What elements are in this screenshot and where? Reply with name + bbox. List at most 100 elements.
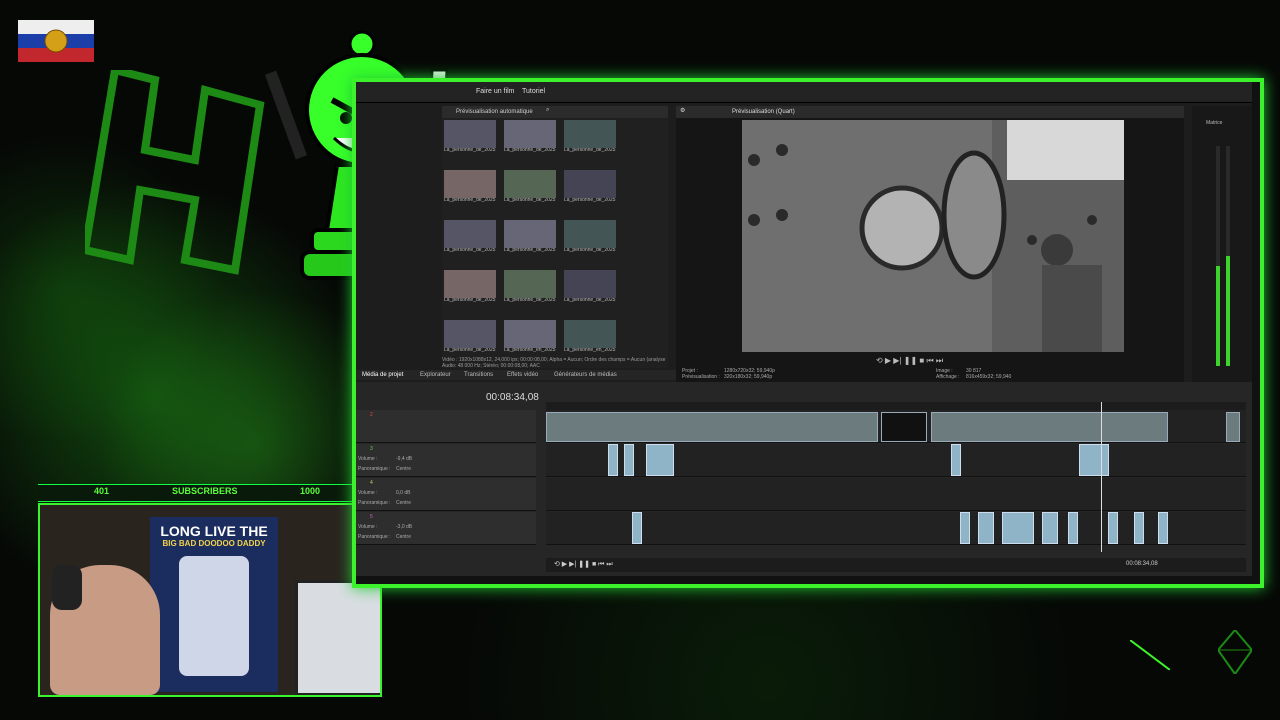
thumbnail-caption: La_personne_de_202510 200225.mp4: [504, 298, 556, 303]
thumbnail-image: [444, 120, 496, 148]
audio-clip[interactable]: [1042, 512, 1058, 544]
media-thumbnail[interactable]: La_personne_de_202510 200315.mp4: [444, 320, 496, 358]
audio-track-3[interactable]: [546, 444, 1246, 477]
track-header-audio-3[interactable]: 3 Volume : -9,4 dB Panoramique : Centre: [356, 444, 536, 477]
crystal-icon: [1218, 630, 1252, 674]
media-thumbnail[interactable]: La_personne_de_202510 192284.mp4: [504, 120, 556, 158]
time-ruler[interactable]: [546, 402, 1246, 410]
monitor: [295, 580, 380, 695]
make-movie-button[interactable]: Faire un film: [476, 88, 515, 95]
thumbnail-image: [564, 170, 616, 198]
poster-line2: BIG BAD DOODOO DADDY: [162, 539, 266, 548]
tab-transitions[interactable]: Transitions: [464, 372, 493, 378]
media-thumbnail[interactable]: La_personne_de_202510 192309.mp4: [564, 120, 616, 158]
track-header-audio-4[interactable]: 4 Volume : 0,0 dB Panoramique : Centre: [356, 478, 536, 511]
video-editor: Faire un film Tutoriel Prévisualisation …: [356, 82, 1252, 576]
playhead[interactable]: [1101, 402, 1102, 552]
media-thumbnail[interactable]: La_personne_de_202510 200140.mp4: [564, 220, 616, 258]
search-icon[interactable]: ⌕: [546, 107, 549, 114]
thumbnail-caption: La_personne_de_202510 200140.mp4: [564, 248, 616, 253]
tab-bar: Média de projet Explorateur Transitions …: [356, 370, 676, 380]
video-clip[interactable]: [931, 412, 1168, 442]
tab-media-generators[interactable]: Générateurs de médias: [554, 372, 617, 378]
thumbnail-image: [564, 120, 616, 148]
tab-project-media[interactable]: Média de projet: [362, 372, 403, 378]
audio-track-4[interactable]: [546, 478, 1246, 511]
thumbnail-image: [504, 270, 556, 298]
thumbnail-caption: La_personne_de_202510 192251.mp4: [444, 148, 496, 153]
thumbnail-caption: La_personne_de_202510 200238 (1).mp4: [564, 298, 616, 303]
audio-track-5[interactable]: [546, 512, 1246, 545]
settings-icon[interactable]: ⚙: [680, 107, 685, 114]
thumbnail-image: [564, 270, 616, 298]
thumbnail-caption: La_personne_de_202510 200040.mp4: [564, 198, 616, 203]
subscriber-goal-bar: 401 SUBSCRIBERS 1000: [38, 484, 378, 502]
preview-mode[interactable]: Prévisualisation automatique: [456, 109, 533, 115]
thumbnail-image: [564, 320, 616, 348]
light-streak: [1130, 640, 1170, 670]
thumbnail-caption: La_personne_de_202510 200043.mp4: [444, 248, 496, 253]
media-thumbnail[interactable]: La_personne_en_202510 200044.mp4: [504, 320, 556, 358]
audio-clip[interactable]: [608, 444, 618, 476]
audio-clip[interactable]: [1108, 512, 1118, 544]
audio-clip[interactable]: [624, 444, 634, 476]
thumbnail-image: [444, 170, 496, 198]
headphones: [52, 565, 82, 610]
audio-clip[interactable]: [978, 512, 994, 544]
tab-video-effects[interactable]: Effets vidéo: [507, 372, 538, 378]
thumbnail-caption: La_personne_en_202510 200248.mp4: [564, 348, 616, 353]
video-track[interactable]: [546, 410, 1246, 443]
video-clip[interactable]: [1226, 412, 1240, 442]
track-header-video[interactable]: 2: [356, 410, 536, 443]
thumbnail-image: [504, 120, 556, 148]
media-thumbnail[interactable]: La_personne_en_202510 200248.mp4: [564, 320, 616, 358]
media-thumbnail[interactable]: La_personne_de_202510 200238 (1).mp4: [564, 270, 616, 308]
timeline-transport: ⟲ ▶ ▶| ❚❚ ■ ⏮ ⏭ 00:08:34,08: [546, 558, 1246, 572]
audio-clip[interactable]: [960, 512, 970, 544]
preview-panel: ⚙ Prévisualisation (Quart) ⟲ ▶ ▶| ❚❚ ■ ⏮…: [676, 106, 1184, 382]
preview-transport[interactable]: ⟲ ▶ ▶| ❚❚ ■ ⏮ ⏭: [876, 356, 943, 366]
audio-clip[interactable]: [1068, 512, 1078, 544]
media-panel: Prévisualisation automatique ⌕ La_person…: [442, 106, 668, 368]
transport-controls[interactable]: ⟲ ▶ ▶| ❚❚ ■ ⏮ ⏭: [554, 560, 613, 569]
media-thumbnail[interactable]: La_personne_de_202510 200043.mp4: [444, 220, 496, 258]
preview-toolbar: ⚙ Prévisualisation (Quart): [676, 106, 1184, 118]
poster-line1: LONG LIVE THE: [160, 523, 268, 539]
audio-meter: Matrice: [1192, 106, 1252, 382]
audio-clip[interactable]: [1134, 512, 1144, 544]
audio-clip[interactable]: [1079, 444, 1109, 476]
track-header-audio-5[interactable]: 5 Volume : -3,0 dB Panoramique : Centre: [356, 512, 536, 545]
thumbnail-caption: La_personne_de_202510 200049.mp4: [504, 248, 556, 253]
video-clip[interactable]: [881, 412, 927, 442]
status-timecode: 00:08:34,08: [1126, 561, 1158, 567]
audio-clip[interactable]: [1002, 512, 1034, 544]
thumbnail-caption: La_personne_de_202510 192354.mp4: [504, 198, 556, 203]
media-thumbnail[interactable]: La_personne_de_202510 192251.mp4: [444, 120, 496, 158]
preview-info: Projet : 1280x720x32; 59,940p Prévisuali…: [682, 368, 1012, 380]
meter-label: Matrice: [1206, 120, 1223, 126]
timecode[interactable]: 00:08:34,08: [486, 392, 539, 403]
media-thumbnail[interactable]: La_personne_de_202510 200225.mp4: [504, 270, 556, 308]
thumbnail-image: [504, 220, 556, 248]
media-thumbnail[interactable]: La_personne_de_202510 192331.mp4: [444, 170, 496, 208]
webcam-feed: LONG LIVE THE BIG BAD DOODOO DADDY: [38, 503, 382, 697]
media-thumbnail[interactable]: La_personne_de_202510 192354.mp4: [504, 170, 556, 208]
audio-clip[interactable]: [646, 444, 674, 476]
subscriber-label: SUBSCRIBERS: [172, 486, 238, 496]
menubar: Faire un film Tutoriel: [356, 82, 1252, 103]
tutorial-button[interactable]: Tutoriel: [522, 88, 545, 95]
video-clip[interactable]: [546, 412, 878, 442]
audio-clip[interactable]: [632, 512, 642, 544]
audio-clip[interactable]: [951, 444, 961, 476]
video-preview: [742, 120, 1124, 352]
audio-clip[interactable]: [1158, 512, 1168, 544]
media-thumbnail[interactable]: La_personne_de_202510 200040.mp4: [564, 170, 616, 208]
thumbnail-image: [444, 220, 496, 248]
tab-explorer[interactable]: Explorateur: [420, 372, 451, 378]
preview-frame-image: [742, 120, 1124, 352]
preview-quality[interactable]: Prévisualisation (Quart): [732, 109, 795, 115]
media-thumbnail[interactable]: La_personne_de_202510 200049.mp4: [504, 220, 556, 258]
poster: LONG LIVE THE BIG BAD DOODOO DADDY: [150, 517, 278, 692]
timeline: 00:08:34,08 2 3 Volume : -9,4 dB Panoram…: [356, 382, 1252, 576]
media-thumbnail[interactable]: La_personne_de_202510 200217.mp4: [444, 270, 496, 308]
